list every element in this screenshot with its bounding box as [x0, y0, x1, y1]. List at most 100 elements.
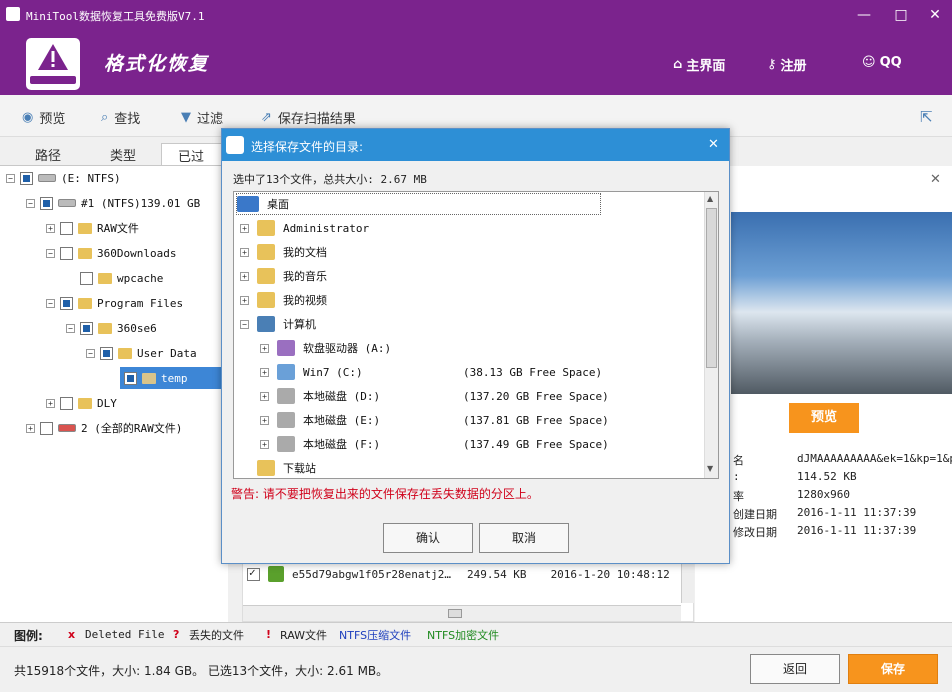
home-link[interactable]: ⌂ 主界面	[673, 55, 725, 74]
save-scan-button[interactable]: ⇗ 保存扫描结果	[261, 108, 356, 127]
horizontal-scrollbar[interactable]	[243, 605, 681, 621]
file-tree: − (E: NTFS) − #1 (NTFS)139.01 GB + RAW文件 −3…	[0, 166, 228, 622]
window-title: MiniTool数据恢复工具免费版V7.1	[26, 10, 205, 23]
confirm-button[interactable]: 确认	[383, 523, 473, 553]
qq-link[interactable]: ☺ QQ	[862, 55, 902, 70]
find-label: 查找	[114, 112, 141, 127]
dialog-close-icon[interactable]: ✕	[708, 137, 719, 152]
dir-item[interactable]: + 软盘驱动器 (A:)	[260, 337, 391, 359]
dir-item[interactable]: + Administrator	[240, 217, 369, 239]
tree-label: DLY	[97, 396, 117, 410]
tree-label: User Data	[137, 346, 197, 360]
dialog-scrollbar[interactable]: ▲ ▼	[704, 192, 718, 478]
title-bar: MiniTool数据恢复工具免费版V7.1 — □ ✕ 格式化恢复 ⌂ 主界面 …	[0, 0, 952, 95]
qq-icon: ☺	[862, 55, 876, 70]
legend-ntfs-compressed: NTFS压缩文件	[339, 629, 412, 642]
video-icon	[257, 292, 275, 308]
tab-filtered[interactable]: 已过滤	[161, 143, 230, 184]
close-icon[interactable]: ✕	[920, 4, 950, 26]
dir-item[interactable]: + 我的音乐	[240, 265, 327, 287]
dir-item[interactable]: + 我的视频	[240, 289, 327, 311]
tree-node[interactable]: +2 (全部的RAW文件)	[26, 417, 182, 439]
folder-icon	[78, 247, 92, 259]
file-row[interactable]: ✓ e55d79abgw1f05r28enatj2… 249.54 KB 201…	[247, 566, 670, 582]
warning-text: 警告: 请不要把恢复出来的文件保存在丢失数据的分区上。	[231, 487, 539, 501]
tab-path[interactable]: 路径	[35, 145, 61, 164]
tree-label: RAW文件	[97, 222, 139, 235]
info-key: :	[733, 470, 740, 483]
register-label: 注册	[780, 59, 807, 74]
preview-tool-button[interactable]: ◉ 预览	[22, 108, 65, 127]
tree-node[interactable]: − (E: NTFS)	[6, 167, 121, 189]
music-icon	[257, 268, 275, 284]
dir-item[interactable]: + Win7 (C:) (38.13 GB Free Space)	[260, 361, 602, 383]
dir-item[interactable]: + 本地磁盘 (F:) (137.49 GB Free Space)	[260, 433, 609, 455]
legend-bar: 图例: x Deleted File ? 丢失的文件 ! RAW文件 NTFS压…	[0, 622, 952, 646]
dir-item[interactable]: + 本地磁盘 (D:) (137.20 GB Free Space)	[260, 385, 609, 407]
folder-icon	[257, 460, 275, 476]
preview-tool-label: 预览	[39, 112, 66, 127]
lost-icon: ?	[173, 628, 180, 641]
tree-label: (E: NTFS)	[61, 171, 121, 185]
legend-ntfs-encrypted: NTFS加密文件	[427, 629, 500, 642]
tree-node[interactable]: −360Downloads	[46, 242, 176, 264]
tab-type[interactable]: 类型	[110, 145, 136, 164]
dir-label: 本地磁盘 (F:)	[303, 438, 381, 451]
folder-icon	[98, 322, 112, 334]
qq-label: QQ	[879, 55, 902, 70]
back-button[interactable]: 返回	[750, 654, 840, 684]
drive-icon	[38, 174, 56, 182]
tree-node[interactable]: + RAW文件	[46, 217, 139, 239]
dir-item[interactable]: + 本地磁盘 (E:) (137.81 GB Free Space)	[260, 409, 609, 431]
file-date: 2016-1-20 10:48:12	[550, 567, 670, 581]
home-label: 主界面	[686, 59, 726, 74]
tree-label: Program Files	[97, 296, 184, 310]
tree-node[interactable]: − #1 (NTFS)139.01 GB	[26, 192, 200, 214]
legend-deleted: Deleted File	[85, 628, 165, 641]
folder-icon	[78, 297, 92, 309]
tree-node[interactable]: − Program Files	[46, 292, 183, 314]
dir-item[interactable]: 下载站	[257, 457, 316, 479]
find-button[interactable]: ⌕ 查找	[101, 108, 140, 127]
dir-label: Win7 (C:)	[303, 365, 363, 379]
tree-node[interactable]: + DLY	[46, 392, 117, 414]
maximize-icon[interactable]: □	[886, 4, 916, 26]
dir-item[interactable]: − 计算机	[240, 313, 316, 335]
dir-label: 下载站	[283, 462, 316, 475]
info-key: 创建日期	[733, 508, 777, 521]
selection-summary: 选中了13个文件，总共大小: 2.67 MB	[233, 173, 427, 186]
share-icon[interactable]: ⇱	[920, 108, 933, 126]
info-value: 114.52 KB	[797, 470, 857, 483]
tree-node[interactable]: − User Data	[86, 342, 197, 364]
free-space: (137.20 GB Free Space)	[463, 389, 609, 403]
filter-icon: ▼	[181, 110, 191, 125]
search-icon: ⌕	[101, 110, 109, 125]
home-icon: ⌂	[673, 57, 683, 72]
save-button[interactable]: 保存	[848, 654, 938, 684]
dir-item[interactable]: + 我的文档	[240, 241, 327, 263]
dir-label: 我的音乐	[283, 270, 327, 283]
hdd-icon	[277, 436, 295, 452]
dir-label: 计算机	[283, 318, 316, 331]
tree-node[interactable]: wpcache	[66, 267, 163, 289]
info-key: 率	[733, 490, 744, 503]
tree-node-selected[interactable]: temp	[120, 367, 228, 389]
eye-icon: ◉	[22, 110, 34, 125]
tree-label: 360Downloads	[97, 246, 177, 260]
preview-button[interactable]: 预览	[789, 403, 859, 433]
save-scan-label: 保存扫描结果	[277, 112, 356, 127]
register-link[interactable]: ⚷ 注册	[767, 55, 807, 74]
tree-node[interactable]: −360se6	[66, 317, 157, 339]
close-preview-icon[interactable]: ✕	[930, 172, 941, 187]
dialog-app-icon	[226, 136, 244, 154]
tab-bar: 路径 类型 已过滤	[0, 142, 230, 184]
file-size: 249.54 KB	[466, 567, 527, 581]
user-folder-icon	[257, 220, 275, 236]
cancel-button[interactable]: 取消	[479, 523, 569, 553]
vertical-scrollbar[interactable]	[681, 561, 694, 603]
minimize-icon[interactable]: —	[849, 4, 879, 26]
dir-item-desktop[interactable]: 桌面	[236, 193, 601, 215]
free-space: (137.81 GB Free Space)	[463, 413, 609, 427]
file-checkbox[interactable]: ✓	[247, 566, 260, 581]
filter-button[interactable]: ▼ 过滤	[181, 108, 223, 127]
